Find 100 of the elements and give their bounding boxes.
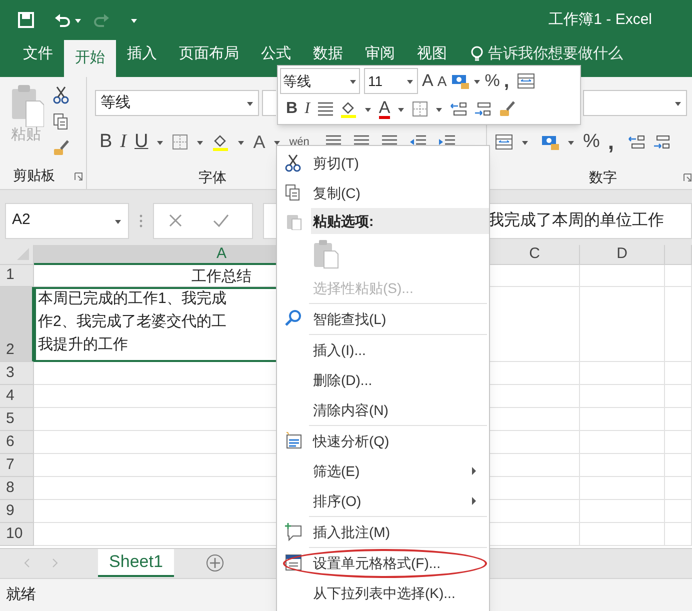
ribbon-tab[interactable]: 数据 <box>302 42 354 66</box>
row-header[interactable]: 4 <box>0 385 34 408</box>
ribbon-tab[interactable]: 视图 <box>406 42 458 66</box>
caret-icon[interactable] <box>74 16 82 24</box>
menu-item[interactable]: 剪切(T) <box>311 148 489 178</box>
borders-icon[interactable] <box>172 134 188 150</box>
menu-item[interactable]: 智能查找(L) <box>311 304 489 334</box>
menu-item[interactable]: 插入批注(M) <box>311 517 489 547</box>
dialog-launcher-icon[interactable] <box>683 172 692 182</box>
ribbon-tab[interactable]: 插入 <box>116 42 168 66</box>
column-header[interactable] <box>665 245 692 265</box>
column-header[interactable]: D <box>580 245 665 265</box>
dialog-launcher-icon[interactable] <box>74 172 83 181</box>
name-box[interactable]: A2 <box>5 202 129 238</box>
ribbon-tab[interactable]: 公式 <box>250 42 302 66</box>
table-cell[interactable] <box>665 265 692 287</box>
table-cell[interactable] <box>580 477 665 500</box>
phonetic-button[interactable]: wén <box>289 136 310 148</box>
menu-item[interactable]: 删除(D)... <box>311 365 489 395</box>
previous-sheet-icon[interactable] <box>24 558 30 568</box>
table-cell[interactable] <box>665 523 692 546</box>
row-header[interactable]: 3 <box>0 362 34 385</box>
menu-item[interactable]: 排序(O) <box>311 486 471 516</box>
tell-me-field[interactable]: 告诉我你想要做什么 <box>488 42 623 66</box>
row-header[interactable]: 8 <box>0 477 34 500</box>
bold-button[interactable]: B <box>99 128 112 156</box>
table-cell[interactable] <box>580 385 665 408</box>
copy-icon[interactable] <box>52 112 70 131</box>
bold-button[interactable]: B <box>286 97 298 121</box>
font-color-button[interactable]: A <box>378 99 390 119</box>
sheet-tab[interactable]: Sheet1 <box>98 549 174 577</box>
align-icon[interactable] <box>316 101 333 117</box>
table-cell[interactable] <box>580 454 665 477</box>
add-sheet-icon[interactable] <box>206 554 224 572</box>
table-cell[interactable] <box>580 362 665 385</box>
row-header[interactable]: 7 <box>0 454 34 477</box>
shrink-font-button[interactable]: A <box>437 70 447 92</box>
ribbon-tab[interactable]: 文件 <box>12 42 64 66</box>
row-header[interactable]: 9 <box>0 500 34 523</box>
save-icon[interactable] <box>18 12 34 28</box>
currency-icon[interactable] <box>541 134 559 150</box>
table-cell[interactable] <box>665 477 692 500</box>
table-cell[interactable] <box>665 362 692 385</box>
decrease-decimal-icon[interactable] <box>474 101 492 117</box>
row-header[interactable]: 5 <box>0 408 34 431</box>
font-size-field[interactable]: 11 <box>364 68 418 94</box>
font-color-button[interactable]: A <box>253 133 266 152</box>
menu-item[interactable]: 清除内容(N) <box>311 395 489 425</box>
cancel-icon[interactable] <box>168 213 183 228</box>
number-format-field[interactable] <box>583 90 687 116</box>
row-header[interactable]: 2 <box>0 287 34 362</box>
table-cell[interactable] <box>665 385 692 408</box>
ribbon-tab[interactable]: 页面布局 <box>168 42 250 66</box>
percent-button[interactable]: % <box>583 128 600 156</box>
percent-button[interactable]: % <box>484 68 500 94</box>
table-cell[interactable] <box>665 454 692 477</box>
wrap-text-icon[interactable] <box>517 73 536 89</box>
table-cell[interactable] <box>580 500 665 523</box>
cut-icon[interactable] <box>52 85 70 104</box>
italic-button[interactable]: I <box>120 128 126 156</box>
customize-icon[interactable] <box>130 16 138 24</box>
font-name-field[interactable]: 等线 <box>95 90 260 116</box>
fill-color-icon[interactable] <box>212 132 230 152</box>
ribbon-tab[interactable]: 审阅 <box>354 42 406 66</box>
comma-button[interactable]: , <box>504 72 510 90</box>
next-sheet-icon[interactable] <box>52 558 58 568</box>
table-cell[interactable] <box>580 408 665 431</box>
menu-item[interactable]: 快速分析(Q) <box>311 426 489 456</box>
menu-item[interactable]: 筛选(E) <box>311 456 471 486</box>
increase-decimal-icon[interactable] <box>628 134 646 150</box>
font-name-field[interactable]: 等线 <box>280 68 360 94</box>
fill-color-icon[interactable] <box>340 100 357 118</box>
decrease-decimal-icon[interactable] <box>653 134 670 150</box>
grow-font-button[interactable]: A <box>422 68 434 94</box>
row-header[interactable]: 10 <box>0 523 34 546</box>
table-cell[interactable] <box>580 287 665 362</box>
underline-button[interactable]: U <box>134 128 148 156</box>
currency-icon[interactable] <box>450 73 469 89</box>
table-cell[interactable] <box>580 265 665 287</box>
table-cell[interactable] <box>665 287 692 362</box>
table-cell[interactable] <box>665 431 692 454</box>
paste-icon[interactable] <box>313 238 339 268</box>
borders-icon[interactable] <box>412 101 428 117</box>
format-painter-icon[interactable] <box>498 100 516 118</box>
table-cell[interactable] <box>580 523 665 546</box>
row-header[interactable]: 6 <box>0 431 34 454</box>
table-cell[interactable] <box>580 431 665 454</box>
comma-button[interactable]: , <box>608 131 614 154</box>
italic-button[interactable]: I <box>304 97 310 121</box>
undo-icon[interactable] <box>54 12 70 28</box>
row-header[interactable]: 1 <box>0 265 34 287</box>
table-cell[interactable] <box>665 408 692 431</box>
format-painter-icon[interactable] <box>52 139 70 157</box>
table-cell[interactable] <box>665 500 692 523</box>
menu-item[interactable]: 从下拉列表中选择(K)... <box>311 578 489 608</box>
menu-item[interactable]: 设置单元格格式(F)... <box>311 548 489 578</box>
enter-icon[interactable] <box>213 213 229 228</box>
font-size-field[interactable] <box>262 90 276 116</box>
increase-decimal-icon[interactable] <box>450 101 468 117</box>
ribbon-tab[interactable]: 开始 <box>64 40 116 77</box>
